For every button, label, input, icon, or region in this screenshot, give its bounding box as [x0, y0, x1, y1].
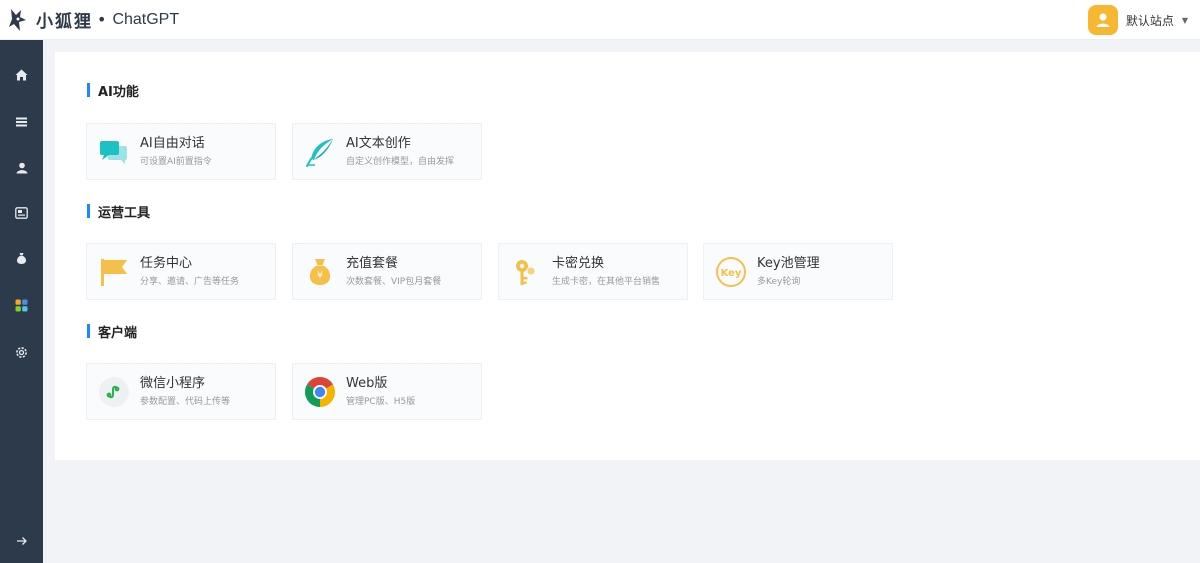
card-desc: 参数配置、代码上传等 — [140, 396, 231, 407]
card-web-version[interactable]: Web版 管理PC版、H5版 — [292, 363, 482, 420]
section-title-operations: 运营工具 — [87, 203, 151, 221]
card-title: 微信小程序 — [140, 375, 206, 391]
key-circle-icon: Key — [714, 255, 748, 289]
section-accent-bar — [87, 324, 90, 338]
card-desc: 自定义创作模型，自由发挥 — [346, 156, 455, 167]
media-icon — [15, 207, 28, 219]
brand-name-cn: 小狐狸 — [36, 12, 93, 32]
sidebar-collapse-toggle[interactable] — [0, 529, 43, 553]
section-accent-bar — [87, 83, 90, 97]
brand-separator: • — [97, 10, 107, 29]
chrome-icon — [303, 375, 337, 409]
section-title-clients: 客户端 — [87, 323, 138, 341]
card-title: 卡密兑换 — [552, 255, 605, 271]
card-title: AI文本创作 — [346, 135, 411, 151]
card-mini-program[interactable]: 微信小程序 参数配置、代码上传等 — [86, 363, 276, 420]
card-key-pool[interactable]: Key Key池管理 多Key轮询 — [703, 243, 893, 300]
key-icon-label: Key — [721, 268, 742, 279]
flag-icon — [97, 255, 131, 289]
sidebar-item-apps[interactable] — [0, 293, 43, 317]
card-title: 充值套餐 — [346, 255, 399, 271]
site-name: 默认站点 — [1125, 13, 1174, 28]
sidebar-item-users[interactable] — [0, 156, 43, 180]
keys-icon — [509, 255, 543, 289]
card-recharge-plans[interactable]: ¥ 充值套餐 次数套餐、VIP包月套餐 — [292, 243, 482, 300]
card-task-center[interactable]: 任务中心 分享、邀请、广告等任务 — [86, 243, 276, 300]
section-accent-bar — [87, 204, 90, 218]
apps-icon — [15, 299, 28, 311]
sidebar-item-media[interactable] — [0, 201, 43, 225]
sidebar-item-list[interactable] — [0, 110, 43, 134]
section-title-text: 运营工具 — [98, 205, 151, 221]
card-title: AI自由对话 — [140, 135, 205, 151]
home-icon — [15, 69, 28, 81]
money-bag-icon — [16, 252, 27, 264]
gear-icon — [16, 346, 27, 358]
chevron-down-icon[interactable]: ▼ — [1182, 16, 1188, 25]
sidebar-item-settings[interactable] — [0, 340, 43, 364]
list-icon — [16, 117, 27, 127]
arrow-right-icon — [16, 537, 27, 545]
fox-logo-icon — [6, 6, 30, 34]
card-ai-writing[interactable]: AI文本创作 自定义创作模型，自由发挥 — [292, 123, 482, 180]
section-title-text: 客户端 — [98, 325, 138, 341]
card-desc: 生成卡密，在其他平台销售 — [552, 276, 661, 287]
money-bag-icon: ¥ — [303, 255, 337, 289]
chat-bubbles-icon — [97, 135, 131, 169]
card-desc: 分享、邀请、广告等任务 — [140, 276, 240, 287]
card-title: Key池管理 — [757, 255, 820, 271]
main-panel: AI功能 AI自由对话 可设置AI前置指令 AI文本创作 自定义创作模型，自由发… — [55, 52, 1200, 460]
card-title: 任务中心 — [140, 255, 193, 271]
brand[interactable]: 小狐狸 • ChatGPT — [0, 0, 179, 40]
card-desc: 次数套餐、VIP包月套餐 — [346, 276, 442, 287]
svg-text:¥: ¥ — [317, 271, 323, 281]
user-menu[interactable]: 默认站点 ▼ — [1087, 4, 1188, 36]
card-title: Web版 — [346, 375, 388, 391]
feather-icon — [303, 135, 337, 169]
sidebar-item-finance[interactable] — [0, 246, 43, 270]
user-icon — [16, 162, 27, 174]
user-avatar-icon — [1096, 13, 1110, 27]
card-desc: 管理PC版、H5版 — [346, 396, 416, 407]
avatar[interactable] — [1087, 5, 1118, 35]
miniprogram-icon — [97, 375, 131, 409]
sidebar-item-home[interactable] — [0, 63, 43, 87]
card-card-redeem[interactable]: 卡密兑换 生成卡密，在其他平台销售 — [498, 243, 688, 300]
brand-name-en: ChatGPT — [112, 10, 180, 28]
section-title-ai: AI功能 — [87, 82, 139, 100]
sidebar — [0, 40, 43, 563]
section-title-text: AI功能 — [98, 84, 139, 100]
top-header: 小狐狸 • ChatGPT 默认站点 ▼ — [0, 0, 1200, 40]
card-desc: 可设置AI前置指令 — [140, 156, 212, 167]
card-desc: 多Key轮询 — [757, 276, 801, 287]
card-ai-chat[interactable]: AI自由对话 可设置AI前置指令 — [86, 123, 276, 180]
